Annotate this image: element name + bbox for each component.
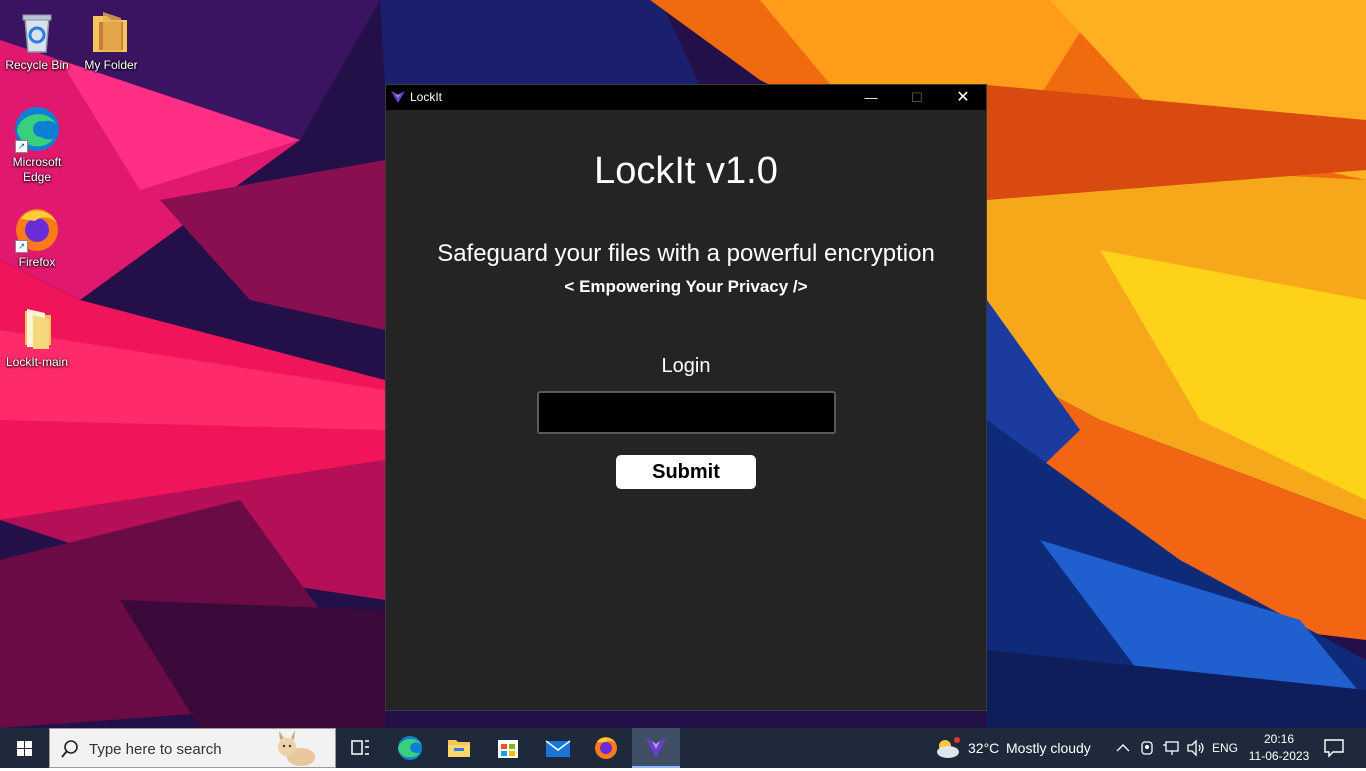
search-placeholder: Type here to search <box>89 741 222 758</box>
language-indicator[interactable]: ENG <box>1212 741 1238 755</box>
lockit-window: LockIt — ☐ ✕ LockIt v1.0 Safeguard your … <box>385 84 987 711</box>
desktop-icon-label: My Folder <box>84 58 138 72</box>
search-icon <box>61 740 78 758</box>
maximize-button[interactable]: ☐ <box>894 85 940 110</box>
desktop-icon-recycle-bin[interactable]: Recycle Bin <box>0 8 74 73</box>
shortcut-arrow-icon: ↗ <box>15 240 28 253</box>
app-subtagline: < Empowering Your Privacy /> <box>564 277 808 296</box>
folder-icon <box>13 305 61 353</box>
search-highlight-lynx-icon <box>278 730 315 766</box>
taskbar-lockit[interactable] <box>632 728 680 768</box>
minimize-button[interactable]: — <box>848 85 894 110</box>
desktop-icon-label: Recycle Bin <box>5 58 69 72</box>
desktop-icon-label: Firefox <box>18 255 56 269</box>
file-explorer-icon <box>448 740 470 757</box>
app-content: LockIt v1.0 Safeguard your files with a … <box>386 110 986 710</box>
firefox-icon <box>595 737 617 759</box>
network-icon[interactable] <box>1162 739 1180 757</box>
chevron-up-icon[interactable] <box>1115 740 1131 756</box>
close-button[interactable]: ✕ <box>940 85 986 110</box>
lockit-logo-icon <box>646 738 666 758</box>
desktop-icon-firefox[interactable]: ↗ Firefox <box>0 205 74 270</box>
taskbar-search-box[interactable]: Type here to search <box>49 728 336 768</box>
login-label: Login <box>661 355 711 377</box>
clock-date: 11-06-2023 <box>1248 749 1310 763</box>
taskbar-file-explorer[interactable] <box>435 728 483 768</box>
edge-icon <box>398 736 422 760</box>
clock-time: 20:16 <box>1263 732 1295 746</box>
window-titlebar[interactable]: LockIt — ☐ ✕ <box>386 85 986 110</box>
desktop-icon-microsoft-edge[interactable]: ↗ Microsoft Edge <box>0 105 74 185</box>
desktop: Recycle Bin My Folder ↗ Microsoft Edge ↗… <box>0 0 1366 728</box>
windows-logo-icon <box>17 741 32 756</box>
lockit-logo-icon <box>391 91 405 103</box>
recycle-bin-icon <box>13 8 61 56</box>
folder-icon <box>87 8 135 56</box>
taskbar-mail[interactable] <box>533 728 581 768</box>
window-title: LockIt <box>410 90 443 104</box>
desktop-icon-label: Microsoft Edge <box>12 155 62 184</box>
taskbar-clock[interactable]: 20:16 11-06-2023 <box>1247 731 1311 765</box>
taskbar-microsoft-store[interactable] <box>484 728 532 768</box>
firefox-icon: ↗ <box>13 205 61 253</box>
app-tagline: Safeguard your files with a powerful enc… <box>437 240 935 267</box>
microsoft-store-icon <box>498 740 518 758</box>
desktop-icon-my-folder[interactable]: My Folder <box>74 8 148 73</box>
notifications-icon[interactable] <box>1323 738 1345 758</box>
desktop-icon-label: LockIt-main <box>5 355 69 369</box>
weather-temperature[interactable]: 32°C <box>968 740 999 756</box>
app-heading: LockIt v1.0 <box>594 150 778 192</box>
mail-icon <box>545 740 571 757</box>
volume-icon[interactable] <box>1186 739 1206 757</box>
submit-button[interactable]: Submit <box>616 455 756 489</box>
task-view-icon <box>351 740 369 755</box>
taskbar: Type here to search 32°C Mostly cloudy E… <box>0 728 1366 768</box>
taskbar-task-view[interactable] <box>336 728 384 768</box>
login-input[interactable] <box>537 391 836 434</box>
desktop-icon-lockit-main[interactable]: LockIt-main <box>0 305 74 370</box>
weather-cloud-icon <box>937 737 960 758</box>
start-button[interactable] <box>0 728 48 768</box>
meet-now-icon[interactable] <box>1139 739 1155 757</box>
edge-icon: ↗ <box>13 105 61 153</box>
shortcut-arrow-icon: ↗ <box>15 140 28 153</box>
taskbar-edge[interactable] <box>386 728 434 768</box>
taskbar-firefox[interactable] <box>582 728 630 768</box>
weather-condition[interactable]: Mostly cloudy <box>1006 740 1091 756</box>
